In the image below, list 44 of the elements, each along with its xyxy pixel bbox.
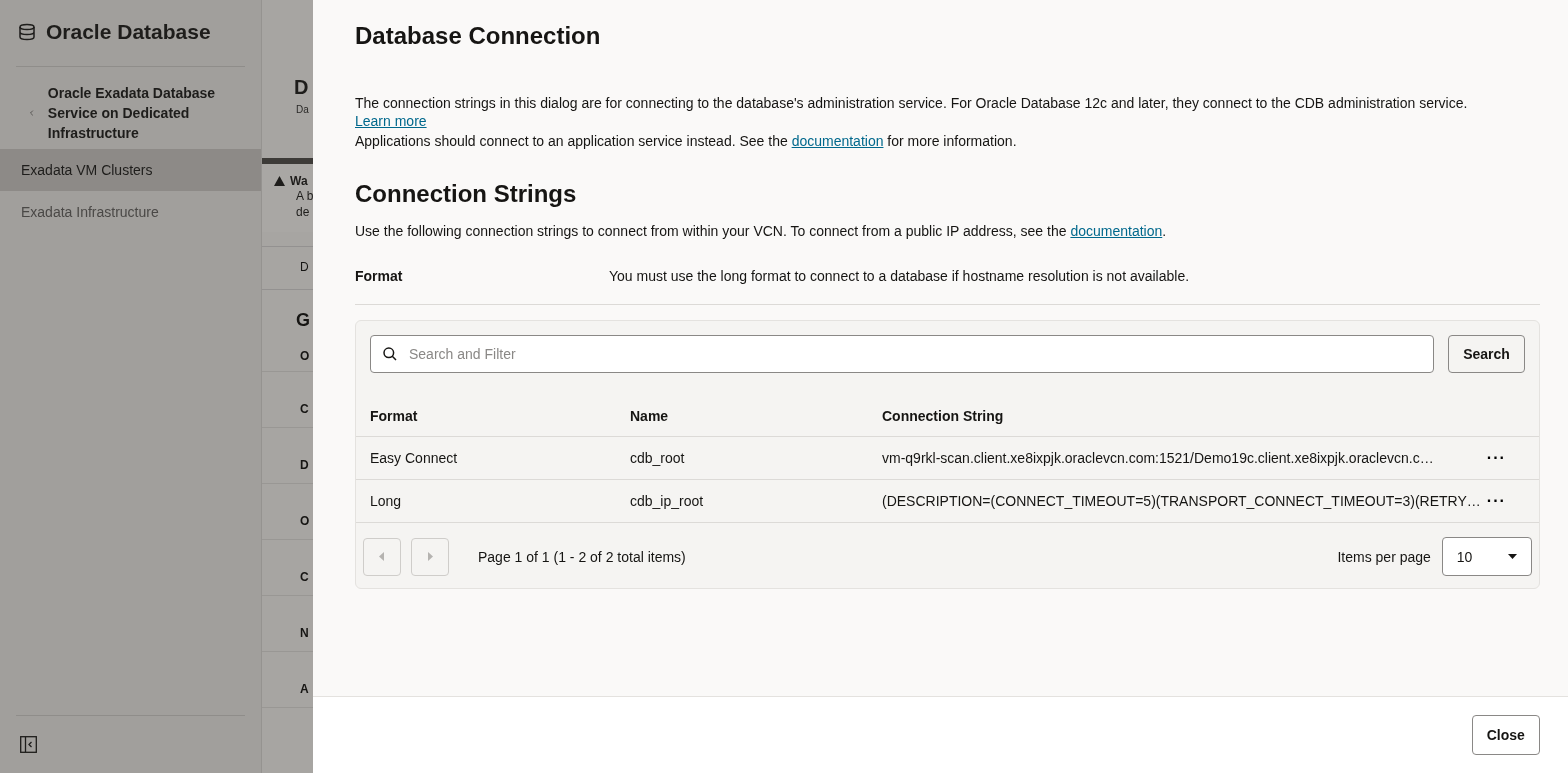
dialog-title: Database Connection	[354, 21, 602, 51]
documentation-link[interactable]: documentation	[791, 133, 884, 149]
triangle-left-icon	[379, 552, 385, 561]
format-label: Format	[355, 268, 404, 284]
collapse-sidebar-icon[interactable]	[20, 736, 37, 753]
items-per-page-label: Items per page	[1337, 548, 1431, 565]
sidebar-title: Oracle Database	[46, 20, 211, 44]
database-icon	[18, 23, 36, 41]
warning-text: de	[295, 204, 311, 220]
warning-icon	[274, 176, 285, 186]
section-heading: G	[295, 309, 311, 331]
table-cell-text: Easy Connect	[370, 450, 459, 466]
learn-more-link[interactable]: Learn more	[355, 113, 427, 129]
warning-title: Wa	[290, 174, 308, 188]
row-actions-button[interactable]: ···	[1480, 449, 1512, 467]
pagination-summary: Page 1 of 1 (1 - 2 of 2 total items)	[478, 548, 687, 565]
page-title: D	[293, 75, 310, 100]
sidebar-item[interactable]: Exadata Infrastructure	[0, 191, 261, 233]
search-field[interactable]: Search and Filter	[370, 335, 1435, 373]
table-cell: (DESCRIPTION=(CONNECT_TIMEOUT=5)(TRANSPORT_CONNECT_TIMEOUT=3)(RETRY…	[882, 493, 1481, 509]
note-text: Applications should connect to an application service instead. See the documentation for more information.	[355, 132, 1018, 150]
row-actions-button[interactable]: ···	[1480, 492, 1512, 510]
search-icon	[383, 347, 397, 361]
back-link[interactable]: Oracle Exadata Database Service on Dedicated Infrastructure	[0, 67, 261, 149]
search-button[interactable]: Search	[1448, 335, 1525, 373]
section-title: Connection Strings	[355, 180, 578, 208]
table-cell-text: Long	[370, 493, 403, 509]
chevron-left-icon	[30, 107, 34, 119]
caret-down-icon	[1507, 554, 1517, 559]
section-text: Use the following connection strings to connect from within your VCN. To connect from a public IP address, see the documentation.	[355, 222, 1168, 240]
page-subtitle: Da	[295, 103, 310, 115]
column-header: Format	[370, 407, 419, 424]
sidebar-item[interactable]: Exadata VM Clusters	[0, 149, 261, 191]
table-cell-text: cdb_root	[630, 450, 686, 466]
close-button[interactable]: Close	[1471, 715, 1540, 755]
column-header: Connection String	[882, 407, 1005, 424]
table-cell-text: vm-q9rkl-scan.client.xe8ixpjk.oraclevcn.com:1521/Demo19c.client.xe8ixpjk.oraclevcn.c…	[882, 450, 1435, 466]
column-header: Name	[630, 407, 670, 424]
items-per-page-select[interactable]: 10	[1441, 537, 1532, 576]
warning-text: A b	[295, 188, 313, 204]
triangle-right-icon	[427, 552, 433, 561]
table-cell-text: cdb_ip_root	[630, 493, 705, 509]
format-value: You must use the long format to connect to a database if hostname resolution is not available.	[609, 268, 1190, 284]
search-input[interactable]: Search and Filter	[407, 345, 1422, 363]
